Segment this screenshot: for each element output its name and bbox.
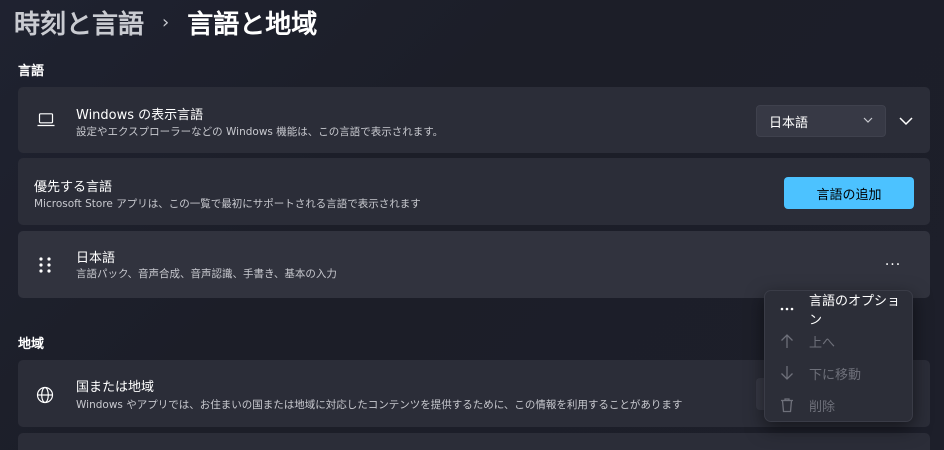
preferred-languages-title: 優先する言語	[34, 180, 113, 195]
arrow-down-icon	[781, 366, 793, 380]
display-language-subtitle: 設定やエクスプローラーなどの Windows 機能は、この言語で表示されます。	[76, 126, 444, 138]
display-language-title: Windows の表示言語	[76, 108, 204, 123]
menu-item-label: 言語のオプション	[809, 294, 901, 328]
context-menu: 言語のオプション 上へ 下に移動 削除	[764, 290, 913, 422]
language-item-title: 日本語	[76, 251, 116, 266]
display-language-card: Windows の表示言語 設定やエクスプローラーなどの Windows 機能は…	[18, 87, 930, 153]
display-language-dropdown[interactable]: 日本語	[756, 105, 886, 137]
breadcrumb-separator-icon: ›	[162, 11, 170, 33]
menu-item-label: 削除	[809, 399, 836, 415]
expand-chevron-icon[interactable]	[896, 111, 916, 131]
display-language-value: 日本語	[769, 115, 809, 131]
more-icon	[780, 307, 794, 311]
menu-item-remove[interactable]: 削除	[765, 390, 912, 420]
breadcrumb: 時刻と言語 › 言語と地域	[14, 4, 317, 40]
language-list-item[interactable]: 日本語 言語パック、音声合成、音声認識、手書き、基本の入力 ···	[18, 231, 930, 298]
more-options-button[interactable]: ···	[880, 255, 906, 275]
preferred-languages-subtitle: Microsoft Store アプリは、この一覧で最初にサポートされる言語で表…	[34, 198, 421, 210]
country-region-subtitle: Windows やアプリでは、お住まいの国または地域に対応したコンテンツを提供す…	[76, 399, 683, 411]
globe-icon	[36, 386, 54, 404]
section-label-language: 言語	[18, 64, 45, 79]
laptop-icon	[37, 113, 55, 127]
menu-item-language-options[interactable]: 言語のオプション	[765, 294, 912, 328]
trash-icon	[781, 398, 793, 413]
menu-item-label: 下に移動	[809, 367, 862, 383]
page-title: 言語と地域	[187, 9, 318, 40]
add-language-button[interactable]: 言語の追加	[784, 177, 914, 209]
breadcrumb-parent[interactable]: 時刻と言語	[14, 4, 144, 41]
arrow-up-icon	[781, 334, 793, 348]
menu-item-move-up[interactable]: 上へ	[765, 326, 912, 356]
section-label-region: 地域	[18, 337, 45, 352]
preferred-languages-card: 優先する言語 Microsoft Store アプリは、この一覧で最初にサポート…	[18, 158, 930, 225]
country-region-title: 国または地域	[76, 380, 155, 395]
drag-handle-icon[interactable]	[38, 255, 52, 275]
chevron-down-icon	[863, 117, 873, 123]
menu-item-move-down[interactable]: 下に移動	[765, 358, 912, 388]
next-settings-card[interactable]	[18, 433, 930, 450]
menu-item-label: 上へ	[809, 335, 836, 351]
language-item-subtitle: 言語パック、音声合成、音声認識、手書き、基本の入力	[76, 268, 337, 280]
